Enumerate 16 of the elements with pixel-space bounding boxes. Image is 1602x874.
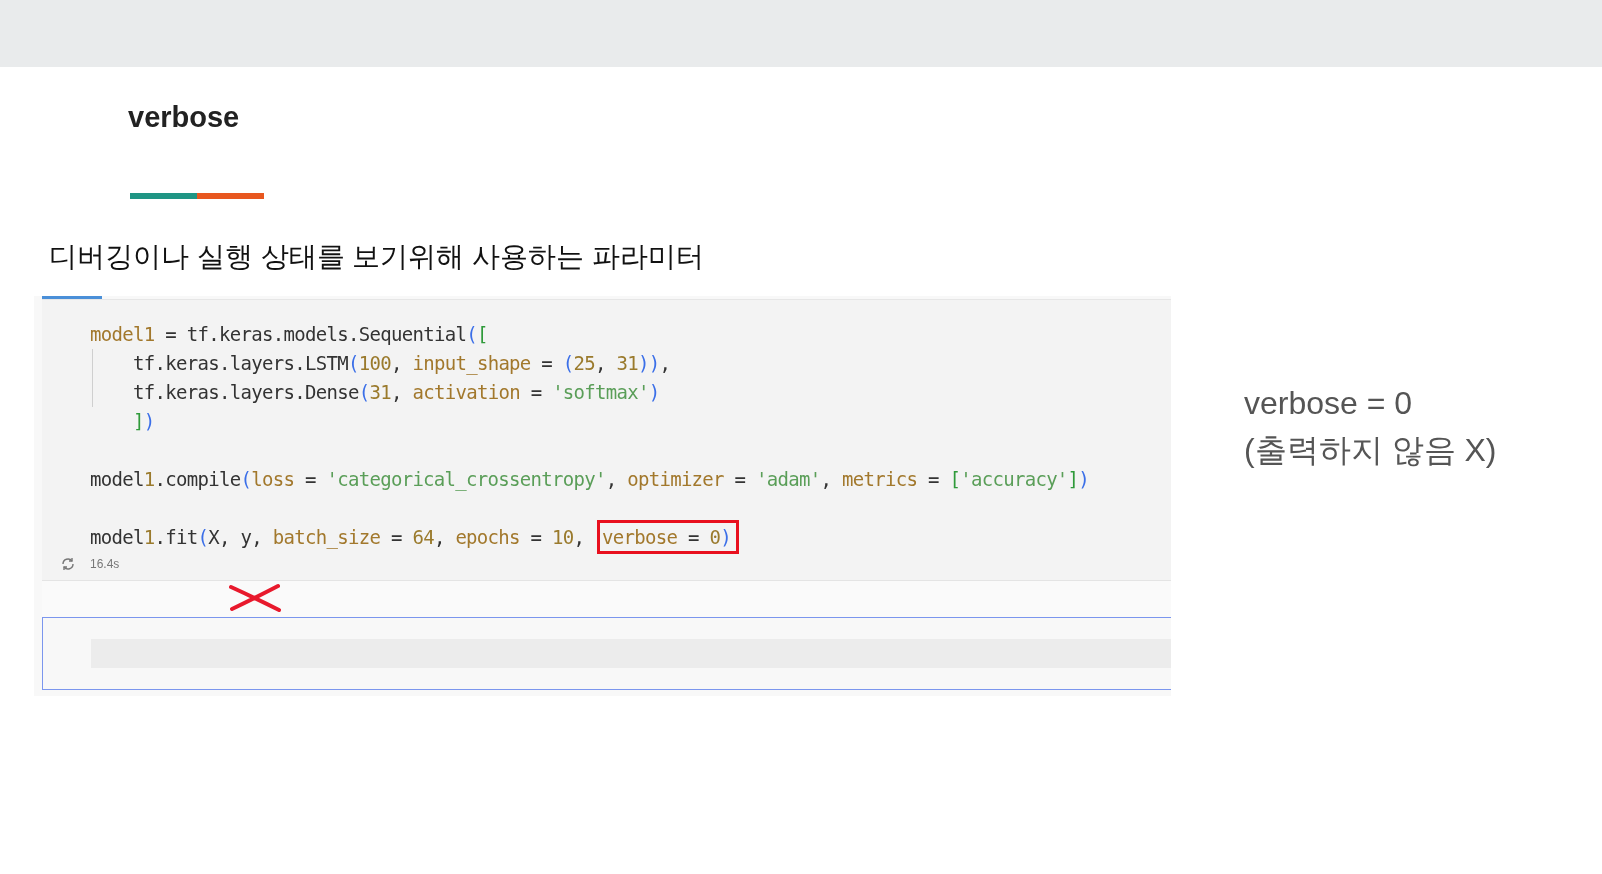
refresh-icon[interactable] (60, 556, 76, 572)
empty-cell[interactable] (42, 617, 1171, 690)
highlighted-code: verbose = 0) (597, 520, 739, 554)
note-text: verbose = 0 (1244, 384, 1414, 423)
execution-time: 16.4s (90, 557, 120, 571)
code-line: model1.fit(X, y, batch_size = 64, epochs = 10, (90, 526, 586, 548)
cell-indicator (42, 296, 102, 299)
code-line: ]) (132, 409, 155, 434)
code-line: tf.keras.layers.Dense(31, activation = 'softmax') (132, 380, 660, 405)
note-text: (출력하지 않음 X) (1244, 431, 1497, 470)
code-line: tf.keras.layers.LSTM(100, input_shape = (25, 31)), (132, 351, 671, 377)
cross-icon (228, 583, 282, 613)
subtitle: 디버깅이나 실행 상태를 보기위해 사용하는 파라미터 (49, 240, 705, 274)
slide-title: verbose (128, 100, 241, 135)
code-line: model1.compile(loss = 'categorical_crossentropy', optimizer = 'adam', metrics = ['accuracy']) (90, 467, 1090, 493)
code-line: model1 = tf.keras.models.Sequential([ (90, 322, 488, 347)
